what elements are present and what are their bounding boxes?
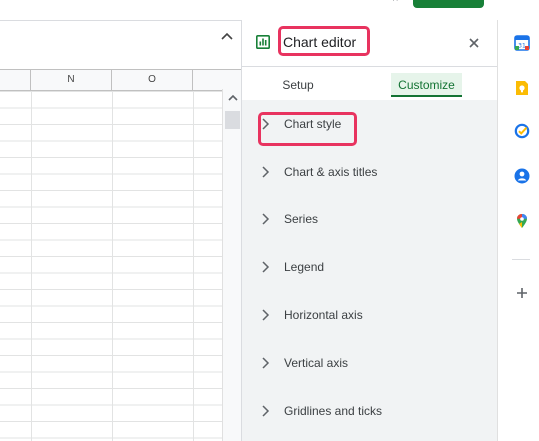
section-label: Legend (284, 260, 325, 274)
grid-rows[interactable] (0, 91, 222, 441)
column-header-m[interactable] (0, 70, 31, 90)
highlight-box (258, 112, 357, 146)
section-chart-axis-titles[interactable]: Chart & axis titles (242, 152, 497, 192)
tasks-icon[interactable] (514, 123, 530, 139)
chevron-right-icon (262, 213, 270, 225)
close-icon[interactable] (466, 35, 482, 51)
chevron-right-icon (262, 309, 270, 321)
column-header-row: N O (0, 69, 241, 91)
section-label: Chart & axis titles (284, 165, 378, 179)
formula-area (0, 20, 241, 69)
grid-line (112, 91, 113, 441)
section-label: Vertical axis (284, 356, 349, 370)
side-panel-rail: 31 (497, 20, 539, 441)
spreadsheet-grid[interactable]: N O (0, 69, 241, 441)
section-vertical-axis[interactable]: Vertical axis (242, 343, 497, 383)
share-button[interactable] (413, 0, 484, 8)
editor-tabs: Setup Customize (242, 67, 497, 100)
scroll-up-icon[interactable] (226, 91, 240, 105)
section-label: Series (284, 212, 319, 226)
chart-editor-header: Chart editor (242, 20, 497, 67)
collapse-icon[interactable] (219, 29, 235, 45)
tab-setup[interactable]: Setup (272, 73, 324, 97)
highlight-box (278, 26, 370, 56)
section-label: Gridlines and ticks (284, 404, 383, 418)
section-gridlines-ticks[interactable]: Gridlines and ticks (242, 391, 497, 431)
chart-editor-panel: Chart editor Setup Customize Chart style… (242, 20, 497, 441)
chevron-right-icon (262, 405, 270, 417)
top-toolbar-strip: ^ (0, 0, 539, 20)
column-header-p[interactable] (193, 70, 222, 90)
svg-text:31: 31 (518, 43, 526, 50)
vertical-scrollbar[interactable] (222, 89, 241, 441)
add-icon[interactable] (514, 285, 530, 301)
column-header-n[interactable]: N (31, 70, 112, 90)
section-chart-style[interactable]: Chart style (242, 104, 497, 146)
scrollbar-thumb[interactable] (225, 111, 240, 129)
tab-customize[interactable]: Customize (391, 73, 462, 97)
contacts-icon[interactable] (514, 168, 530, 184)
chevron-right-icon (262, 261, 270, 273)
grid-line (31, 91, 32, 441)
section-horizontal-axis[interactable]: Horizontal axis (242, 295, 497, 335)
section-series[interactable]: Series (242, 199, 497, 239)
chart-icon (256, 35, 270, 49)
chevron-right-icon (262, 166, 270, 178)
calendar-icon[interactable]: 31 (514, 35, 530, 51)
section-label: Horizontal axis (284, 308, 363, 322)
rail-divider (512, 259, 530, 260)
section-legend[interactable]: Legend (242, 247, 497, 287)
chevron-right-icon (262, 357, 270, 369)
caret-icon: ^ (393, 0, 398, 7)
column-header-o[interactable]: O (112, 70, 193, 90)
grid-line (193, 91, 194, 441)
maps-icon[interactable] (514, 213, 530, 229)
customize-sections: Chart style Chart & axis titles Series L… (242, 100, 497, 441)
keep-icon[interactable] (514, 80, 530, 96)
